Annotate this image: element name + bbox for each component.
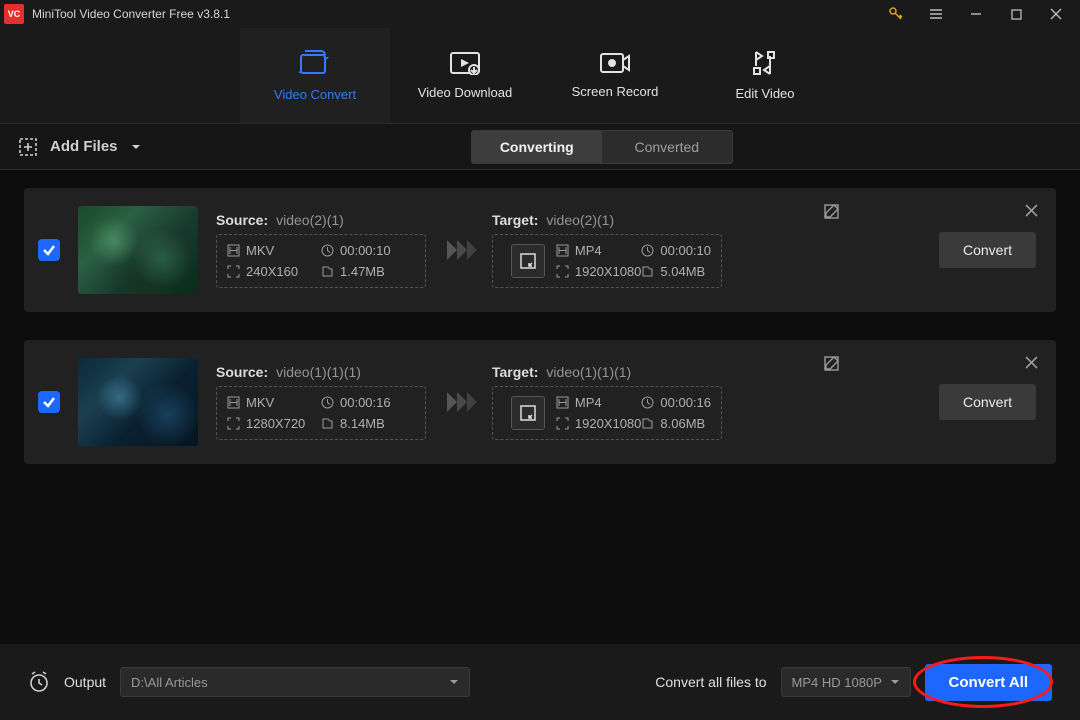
tab-label: Screen Record: [572, 84, 659, 99]
source-format: MKV: [227, 395, 321, 410]
tab-video-download[interactable]: Video Download: [390, 28, 540, 123]
target-format: MP4: [556, 243, 642, 258]
source-column: Source: video(2)(1) MKV 00:00:10 240X160…: [216, 212, 426, 288]
target-label: Target:: [492, 212, 538, 228]
bottom-bar: Output D:\All Articles Convert all files…: [0, 644, 1080, 720]
edit-video-icon: [752, 50, 778, 76]
source-column: Source: video(1)(1)(1) MKV 00:00:16 1280…: [216, 364, 426, 440]
format-picker-button[interactable]: [511, 396, 545, 430]
tab-video-convert[interactable]: Video Convert: [240, 28, 390, 123]
output-path-value: D:\All Articles: [131, 675, 208, 690]
task-checkbox[interactable]: [38, 391, 60, 413]
target-resolution: 1920X1080: [556, 416, 642, 431]
top-tabs: Video Convert Video Download Screen Reco…: [0, 28, 1080, 124]
source-resolution: 240X160: [227, 264, 321, 279]
convert-all-format-value: MP4 HD 1080P: [792, 675, 882, 690]
source-resolution: 1280X720: [227, 416, 321, 431]
chevron-down-icon: [130, 141, 142, 153]
target-size: 8.06MB: [641, 416, 711, 431]
format-picker-button[interactable]: [511, 244, 545, 278]
source-format: MKV: [227, 243, 321, 258]
edit-icon[interactable]: [824, 356, 839, 371]
target-meta: MP4 00:00:10 1920X1080 5.04MB: [492, 234, 722, 288]
source-meta: MKV 00:00:16 1280X720 8.14MB: [216, 386, 426, 440]
chevron-down-icon: [890, 677, 900, 687]
source-duration: 00:00:10: [321, 243, 415, 258]
tab-converted[interactable]: Converted: [602, 131, 732, 163]
record-icon: [599, 52, 631, 74]
conversion-status-tabs: Converting Converted: [471, 130, 733, 164]
source-filename: video(2)(1): [276, 212, 344, 228]
task-list: Source: video(2)(1) MKV 00:00:10 240X160…: [0, 170, 1080, 482]
output-label: Output: [64, 674, 106, 690]
check-icon: [42, 395, 56, 409]
edit-icon[interactable]: [824, 204, 839, 219]
arrow-icon: [444, 392, 474, 412]
tab-edit-video[interactable]: Edit Video: [690, 28, 840, 123]
clock-icon[interactable]: [28, 671, 50, 693]
toolbar: Add Files Converting Converted: [0, 124, 1080, 170]
menu-icon[interactable]: [916, 0, 956, 28]
convert-all-to-label: Convert all files to: [655, 674, 766, 690]
remove-task-icon[interactable]: [1025, 356, 1038, 369]
convert-button[interactable]: Convert: [939, 384, 1036, 420]
arrow-icon: [444, 240, 474, 260]
target-label: Target:: [492, 364, 538, 380]
target-format: MP4: [556, 395, 642, 410]
tab-converting[interactable]: Converting: [472, 131, 602, 163]
task-row: Source: video(2)(1) MKV 00:00:10 240X160…: [24, 188, 1056, 312]
close-window-button[interactable]: [1036, 0, 1076, 28]
target-resolution: 1920X1080: [556, 264, 642, 279]
target-size: 5.04MB: [641, 264, 711, 279]
video-thumbnail[interactable]: [78, 206, 198, 294]
target-filename: video(1)(1)(1): [546, 364, 631, 380]
tab-label: Video Download: [418, 85, 512, 100]
source-label: Source:: [216, 212, 268, 228]
target-column: Target: video(2)(1) MP4 00:00:10 1920X10…: [492, 212, 722, 288]
source-size: 1.47MB: [321, 264, 415, 279]
add-files-label: Add Files: [50, 138, 118, 155]
target-column: Target: video(1)(1)(1) MP4 00:00:16 1920…: [492, 364, 722, 440]
tab-screen-record[interactable]: Screen Record: [540, 28, 690, 123]
target-meta: MP4 00:00:16 1920X1080 8.06MB: [492, 386, 722, 440]
target-filename: video(2)(1): [546, 212, 614, 228]
add-file-icon: [18, 137, 38, 157]
key-icon[interactable]: [876, 0, 916, 28]
source-duration: 00:00:16: [321, 395, 415, 410]
titlebar: VC MiniTool Video Converter Free v3.8.1: [0, 0, 1080, 28]
convert-button[interactable]: Convert: [939, 232, 1036, 268]
check-icon: [42, 243, 56, 257]
convert-all-button[interactable]: Convert All: [925, 664, 1052, 701]
target-duration: 00:00:10: [641, 243, 711, 258]
tab-label: Video Convert: [274, 87, 356, 102]
video-thumbnail[interactable]: [78, 358, 198, 446]
app-title: MiniTool Video Converter Free v3.8.1: [32, 7, 230, 21]
remove-task-icon[interactable]: [1025, 204, 1038, 217]
task-row: Source: video(1)(1)(1) MKV 00:00:16 1280…: [24, 340, 1056, 464]
add-files-button[interactable]: Add Files: [18, 137, 142, 157]
source-meta: MKV 00:00:10 240X160 1.47MB: [216, 234, 426, 288]
convert-icon: [299, 49, 331, 77]
source-filename: video(1)(1)(1): [276, 364, 361, 380]
maximize-button[interactable]: [996, 0, 1036, 28]
output-path-dropdown[interactable]: D:\All Articles: [120, 667, 470, 697]
target-duration: 00:00:16: [641, 395, 711, 410]
app-logo: VC: [4, 4, 24, 24]
task-checkbox[interactable]: [38, 239, 60, 261]
download-icon: [449, 51, 481, 75]
chevron-down-icon: [449, 677, 459, 687]
tab-label: Edit Video: [735, 86, 794, 101]
minimize-button[interactable]: [956, 0, 996, 28]
source-label: Source:: [216, 364, 268, 380]
convert-all-format-dropdown[interactable]: MP4 HD 1080P: [781, 667, 911, 697]
source-size: 8.14MB: [321, 416, 415, 431]
